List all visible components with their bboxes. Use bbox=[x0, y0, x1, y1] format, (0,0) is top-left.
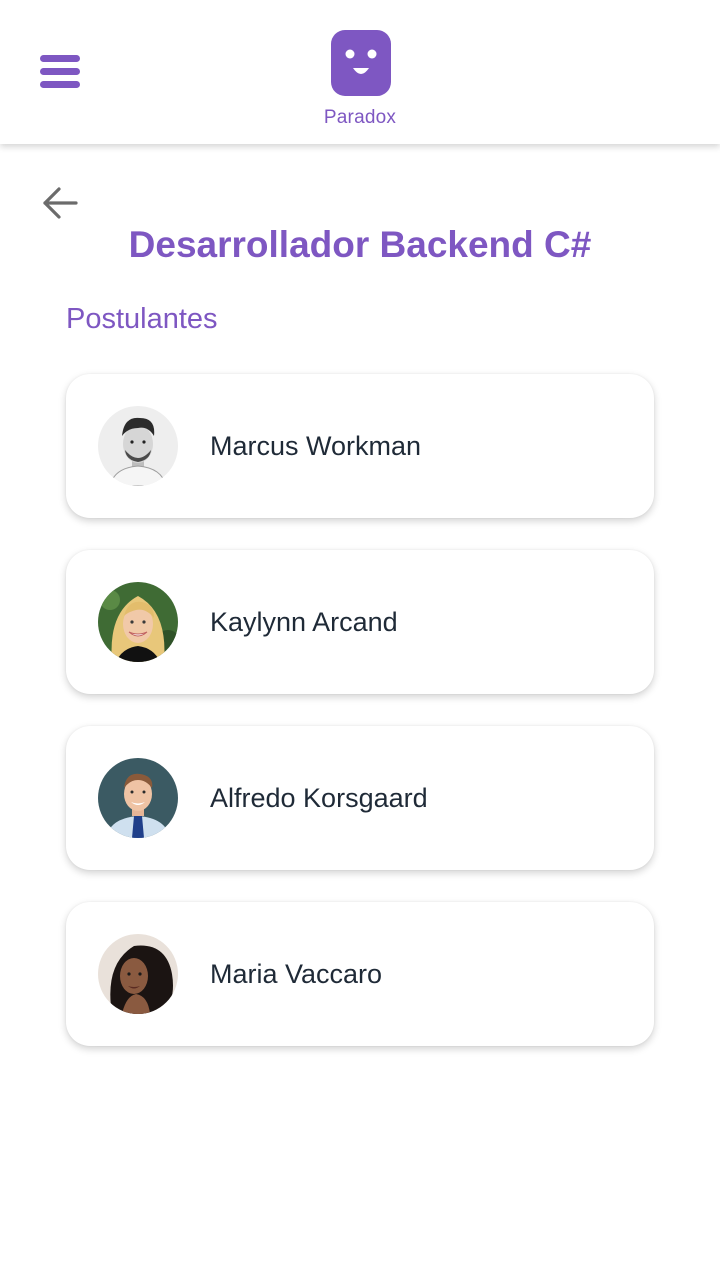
menu-bar bbox=[40, 55, 80, 62]
applicant-card[interactable]: Maria Vaccaro bbox=[66, 902, 654, 1046]
avatar bbox=[98, 934, 178, 1014]
applicants-list: Marcus Workman Kaylynn Arcand Alfredo Ko… bbox=[66, 374, 654, 1078]
applicant-name: Maria Vaccaro bbox=[210, 959, 383, 989]
avatar bbox=[98, 406, 178, 486]
back-arrow-icon[interactable] bbox=[40, 184, 80, 222]
applicant-name: Marcus Workman bbox=[210, 431, 422, 461]
app-header: Paradox bbox=[0, 0, 720, 144]
menu-bar bbox=[40, 68, 80, 75]
section-title: Postulantes bbox=[66, 303, 218, 335]
app-screen: Paradox Desarrollador Backend C# Postula… bbox=[0, 0, 720, 1280]
avatar bbox=[98, 758, 178, 838]
applicant-card[interactable]: Alfredo Korsgaard bbox=[66, 726, 654, 870]
hamburger-menu-icon[interactable] bbox=[40, 55, 80, 89]
menu-bar bbox=[40, 81, 80, 88]
page-title: Desarrollador Backend C# bbox=[128, 224, 592, 265]
avatar bbox=[98, 582, 178, 662]
brand-name: Paradox bbox=[323, 107, 397, 128]
applicant-card[interactable]: Marcus Workman bbox=[66, 374, 654, 518]
applicant-name: Alfredo Korsgaard bbox=[210, 783, 428, 813]
applicant-name: Kaylynn Arcand bbox=[210, 607, 398, 637]
smiley-logo-icon[interactable] bbox=[331, 30, 391, 96]
applicant-card[interactable]: Kaylynn Arcand bbox=[66, 550, 654, 694]
